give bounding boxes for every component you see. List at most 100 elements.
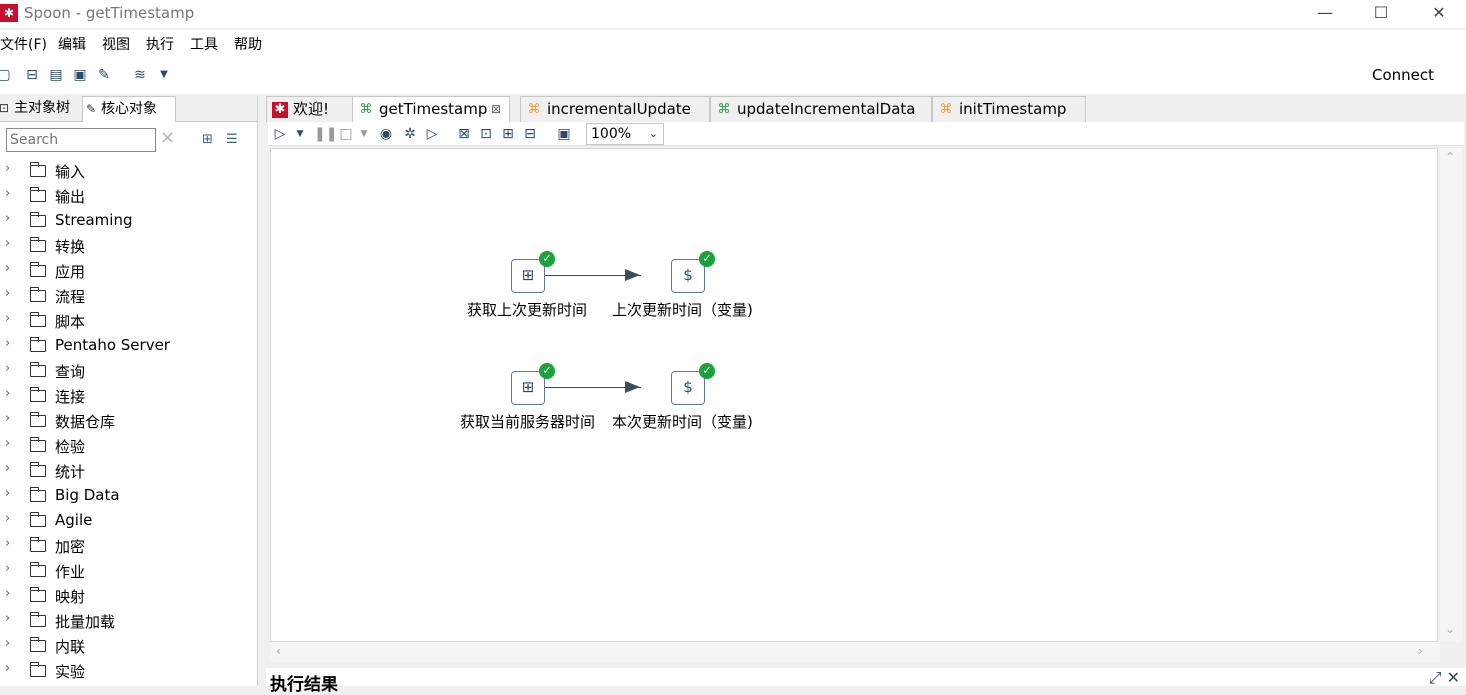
- menu-view[interactable]: 视图: [102, 34, 130, 54]
- chevron-right-icon[interactable]: ›: [5, 636, 10, 651]
- stop-icon[interactable]: □: [338, 126, 354, 142]
- tree-category[interactable]: › 输入: [0, 158, 258, 183]
- scroll-up-icon[interactable]: ⌃: [1445, 150, 1455, 164]
- chevron-right-icon[interactable]: ›: [5, 611, 10, 626]
- collapse-all-icon[interactable]: ☰: [226, 132, 242, 148]
- tab-gettimestamp[interactable]: ⌘ getTimestamp ⊠: [352, 96, 510, 122]
- menu-file[interactable]: 文件(F): [0, 34, 47, 54]
- chevron-right-icon[interactable]: ›: [5, 536, 10, 551]
- horizontal-scrollbar[interactable]: ‹ ›: [270, 642, 1440, 662]
- tree-category[interactable]: › Agile: [0, 508, 258, 533]
- chevron-right-icon[interactable]: ›: [5, 461, 10, 476]
- chevron-right-icon[interactable]: ›: [5, 236, 10, 251]
- tree-category[interactable]: › 应用: [0, 258, 258, 283]
- tree-category[interactable]: › 内联: [0, 633, 258, 658]
- run-icon[interactable]: ▷: [272, 126, 288, 142]
- tree-category[interactable]: › Streaming: [0, 208, 258, 233]
- chevron-right-icon[interactable]: ›: [5, 211, 10, 226]
- pause-icon[interactable]: ❚❚: [314, 126, 337, 142]
- chevron-right-icon[interactable]: ›: [5, 561, 10, 576]
- perspective-layers-icon[interactable]: ≋: [132, 67, 148, 83]
- chevron-right-icon[interactable]: ›: [5, 486, 10, 501]
- scroll-right-icon[interactable]: ›: [1418, 644, 1423, 658]
- menu-help[interactable]: 帮助: [234, 34, 262, 54]
- maximize-button[interactable]: ☐: [1352, 0, 1410, 28]
- preview-icon[interactable]: ◉: [378, 126, 394, 142]
- tab-updateincrementaldata[interactable]: ⌘ updateIncrementalData: [710, 96, 932, 122]
- tree-category[interactable]: › 查询: [0, 358, 258, 383]
- folder-icon: [30, 662, 46, 677]
- debug-icon[interactable]: ✲: [402, 126, 418, 142]
- search-input[interactable]: [6, 128, 156, 152]
- save-icon[interactable]: ▣: [72, 67, 88, 83]
- clear-search-icon[interactable]: ✕: [160, 128, 175, 149]
- chevron-right-icon[interactable]: ›: [5, 186, 10, 201]
- sql-icon[interactable]: ⊞: [500, 126, 516, 142]
- folder-icon: [30, 262, 46, 277]
- tree-category[interactable]: › 输出: [0, 183, 258, 208]
- run-options-chevron-icon[interactable]: ▼: [292, 126, 308, 142]
- new-file-icon[interactable]: ▢: [0, 67, 12, 83]
- chevron-right-icon[interactable]: ›: [5, 661, 10, 676]
- close-results-icon[interactable]: ✕: [1447, 668, 1460, 687]
- tree-category[interactable]: › 流程: [0, 283, 258, 308]
- stop-options-chevron-icon[interactable]: ▼: [356, 126, 372, 142]
- chevron-right-icon[interactable]: ›: [5, 511, 10, 526]
- menu-run[interactable]: 执行: [146, 34, 174, 54]
- chevron-right-icon[interactable]: ›: [5, 336, 10, 351]
- chevron-right-icon[interactable]: ›: [5, 586, 10, 601]
- explore-db-icon[interactable]: ⊟: [522, 126, 538, 142]
- chevron-right-icon[interactable]: ›: [5, 436, 10, 451]
- tree-category[interactable]: › Pentaho Server: [0, 333, 258, 358]
- menu-tools[interactable]: 工具: [190, 34, 218, 54]
- tree-category[interactable]: › 作业: [0, 558, 258, 583]
- chevron-right-icon[interactable]: ›: [5, 261, 10, 276]
- tree-category-label: 脚本: [55, 313, 86, 331]
- folder-icon: [30, 462, 46, 477]
- success-check-icon: ✓: [699, 251, 715, 267]
- tree-category[interactable]: › 转换: [0, 233, 258, 258]
- tree-category[interactable]: › Big Data: [0, 483, 258, 508]
- tree-category[interactable]: › 统计: [0, 458, 258, 483]
- impact-icon[interactable]: ⊡: [478, 126, 494, 142]
- tree-category[interactable]: › 加密: [0, 533, 258, 558]
- minimize-button[interactable]: —: [1296, 0, 1354, 28]
- tree-category[interactable]: › 实验: [0, 658, 258, 683]
- panel-splitter[interactable]: [259, 96, 266, 686]
- close-window-button[interactable]: ✕: [1410, 0, 1466, 28]
- tab-main-tree[interactable]: ⊡ 主对象树: [0, 96, 80, 122]
- chevron-right-icon[interactable]: ›: [5, 386, 10, 401]
- show-results-icon[interactable]: ▣: [556, 126, 572, 142]
- scroll-left-icon[interactable]: ‹: [276, 644, 281, 658]
- vertical-scrollbar[interactable]: ⌃ ⌄: [1440, 148, 1462, 642]
- chevron-down-icon[interactable]: ▼: [156, 67, 172, 83]
- tree-category[interactable]: › 批量加载: [0, 608, 258, 633]
- menu-edit[interactable]: 编辑: [58, 34, 86, 54]
- maximize-results-icon[interactable]: ⤢: [1429, 668, 1442, 687]
- open-file-icon[interactable]: ⊟: [24, 67, 40, 83]
- chevron-right-icon[interactable]: ›: [5, 411, 10, 426]
- tab-inittimestamp[interactable]: ⌘ initTimestamp: [932, 96, 1086, 122]
- transformation-canvas[interactable]: ⊞ ✓ 获取上次更新时间 $ ✓ 上次更新时间（变量) ⊞ ✓ 获取当前服务器时…: [270, 148, 1438, 642]
- close-tab-icon[interactable]: ⊠: [491, 97, 501, 122]
- tree-category[interactable]: › 检验: [0, 433, 258, 458]
- save-as-icon[interactable]: ✎: [96, 67, 112, 83]
- chevron-right-icon[interactable]: ›: [5, 286, 10, 301]
- verify-icon[interactable]: ⊠: [456, 126, 472, 142]
- tab-core-objects[interactable]: ✎ 核心对象: [82, 96, 176, 122]
- tab-incrementalupdate[interactable]: ⌘ incrementalUpdate: [520, 96, 710, 122]
- tree-category[interactable]: › 脚本: [0, 308, 258, 333]
- explore-repository-icon[interactable]: ▤: [48, 67, 64, 83]
- tree-category[interactable]: › 连接: [0, 383, 258, 408]
- chevron-right-icon[interactable]: ›: [5, 161, 10, 176]
- chevron-right-icon[interactable]: ›: [5, 361, 10, 376]
- expand-all-icon[interactable]: ⊞: [202, 132, 218, 148]
- tree-category[interactable]: › 数据仓库: [0, 408, 258, 433]
- tree-category[interactable]: › 映射: [0, 583, 258, 608]
- chevron-right-icon[interactable]: ›: [5, 311, 10, 326]
- tab-welcome[interactable]: ✱ 欢迎!: [266, 96, 354, 122]
- zoom-select[interactable]: 100% ⌄: [586, 123, 664, 145]
- replay-icon[interactable]: ▷: [424, 126, 440, 142]
- connect-button[interactable]: Connect: [1372, 66, 1434, 84]
- scroll-down-icon[interactable]: ⌄: [1445, 622, 1455, 636]
